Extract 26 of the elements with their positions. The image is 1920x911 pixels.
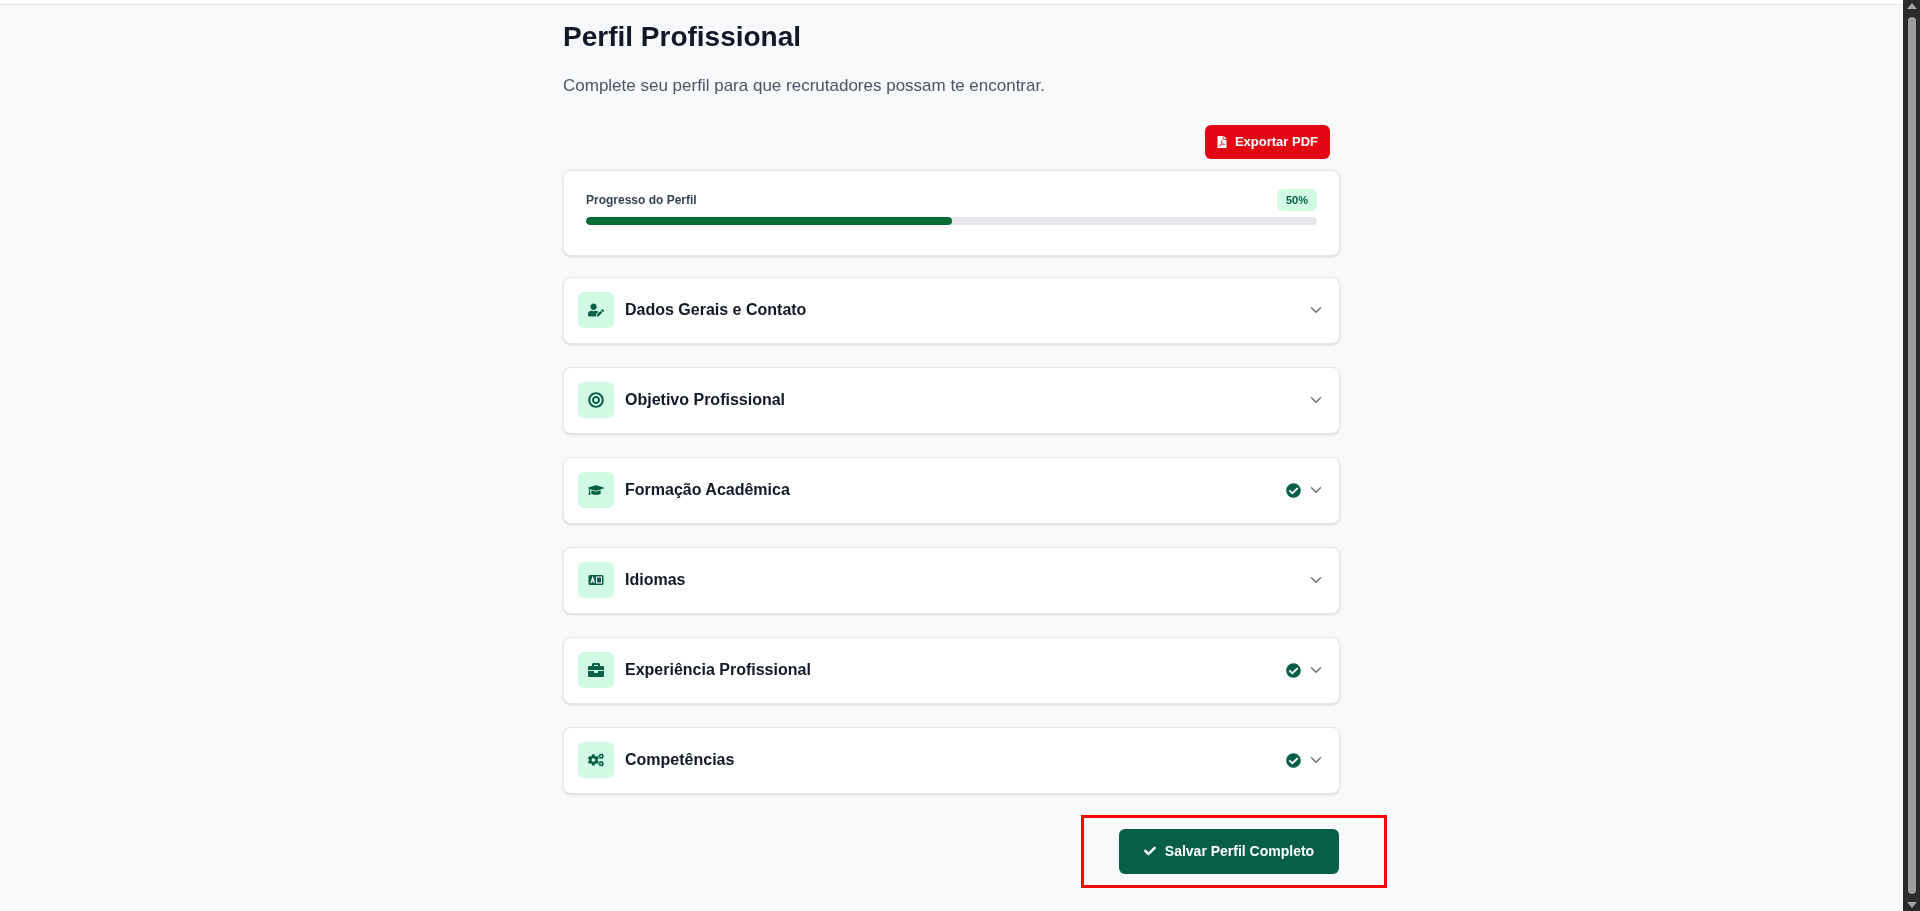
section-title: Formação Acadêmica [625, 480, 790, 500]
page-subtitle: Complete seu perfil para que recrutadores possam te encontrar. [563, 75, 1045, 97]
progress-label: Progresso do Perfil [586, 191, 697, 209]
accordion-section[interactable]: Competências [563, 726, 1340, 794]
section-title: Objetivo Profissional [625, 390, 786, 410]
user-edit-icon [588, 302, 604, 318]
gears-icon [588, 752, 604, 768]
section-title: Competências [625, 750, 735, 770]
export-pdf-button[interactable]: Exportar PDF [1204, 124, 1330, 159]
target-icon [588, 392, 604, 408]
section-title: Dados Gerais e Contato [625, 300, 807, 320]
accordion-section[interactable]: Objetivo Profissional [563, 366, 1340, 434]
accordion-section[interactable]: Formação Acadêmica [563, 456, 1340, 524]
briefcase-icon [588, 662, 604, 678]
section-title: Experiência Profissional [625, 660, 811, 680]
accordion-section[interactable]: Experiência Profissional [563, 636, 1340, 704]
save-profile-button[interactable]: Salvar Perfil Completo [1119, 828, 1339, 874]
progress-badge: 50% [1276, 188, 1317, 211]
accordion-section[interactable]: Idiomas [563, 546, 1340, 614]
language-card-icon [588, 572, 604, 588]
check-icon [1143, 845, 1156, 857]
section-title: Idiomas [625, 570, 686, 590]
accordion-section[interactable]: Dados Gerais e Contato [563, 276, 1340, 344]
pdf-file-icon [1216, 135, 1227, 148]
page-title: Perfil Profissional [563, 20, 802, 54]
graduation-cap-icon [588, 482, 604, 498]
